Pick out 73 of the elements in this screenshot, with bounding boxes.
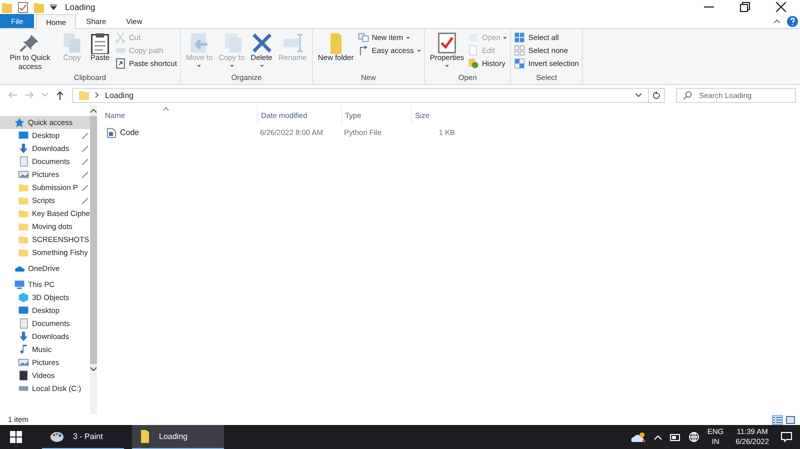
music-note-icon bbox=[18, 344, 29, 355]
taskbar-app[interactable]: Loading bbox=[132, 425, 224, 449]
history-icon bbox=[468, 58, 480, 69]
copy-icon bbox=[61, 32, 83, 54]
scissors-icon bbox=[115, 32, 126, 43]
document-icon bbox=[18, 318, 29, 329]
globe-icon[interactable] bbox=[689, 432, 700, 442]
delete-icon bbox=[250, 32, 272, 54]
easy-access-icon bbox=[358, 45, 369, 56]
close-icon[interactable] bbox=[776, 2, 786, 12]
path-segment[interactable]: Loading bbox=[105, 90, 134, 100]
taskbar-app[interactable]: 3 - Paint bbox=[42, 425, 124, 449]
arrow-icon bbox=[188, 32, 210, 54]
battery-icon[interactable] bbox=[670, 434, 682, 440]
pin-icon bbox=[82, 133, 88, 139]
pin-icon bbox=[82, 159, 88, 165]
monitor-icon bbox=[18, 305, 29, 316]
refresh-button[interactable] bbox=[648, 88, 665, 102]
chevron-down-icon[interactable] bbox=[635, 92, 642, 98]
scrollbar[interactable] bbox=[90, 105, 97, 414]
folder-icon bbox=[18, 195, 29, 206]
computer-icon bbox=[14, 279, 25, 290]
folder-icon bbox=[18, 234, 29, 245]
help-icon[interactable] bbox=[787, 16, 798, 26]
star-icon bbox=[14, 117, 25, 128]
folder-icon bbox=[18, 208, 29, 219]
chevron-down-icon[interactable] bbox=[90, 367, 97, 372]
sort-caret-icon bbox=[163, 107, 169, 111]
new-item-icon bbox=[358, 32, 369, 43]
large-icons-view-button[interactable] bbox=[785, 414, 796, 424]
document-icon bbox=[18, 156, 29, 167]
rename-icon bbox=[282, 32, 304, 54]
details-view-button[interactable] bbox=[772, 414, 783, 424]
palette-icon bbox=[50, 430, 64, 442]
pin-icon bbox=[82, 146, 88, 152]
down-arrow-icon bbox=[18, 143, 29, 154]
clipboard-icon bbox=[89, 32, 111, 54]
caret-icon[interactable] bbox=[50, 4, 57, 10]
windows-start-icon[interactable] bbox=[10, 431, 22, 443]
cube-icon bbox=[18, 292, 29, 303]
pin-icon bbox=[82, 198, 88, 204]
select-none-icon bbox=[514, 45, 526, 56]
folder-icon bbox=[2, 2, 12, 12]
picture-icon bbox=[18, 357, 29, 368]
shortcut-icon bbox=[115, 58, 126, 69]
pin-icon bbox=[82, 185, 88, 191]
folder-icon bbox=[140, 430, 150, 443]
down-arrow-icon bbox=[18, 331, 29, 342]
weather-cloud-icon[interactable] bbox=[630, 431, 646, 443]
properties-icon bbox=[436, 32, 458, 54]
chevron-up-icon[interactable] bbox=[90, 108, 97, 113]
picture-icon bbox=[18, 169, 29, 180]
up-arrow-icon[interactable] bbox=[56, 90, 64, 100]
folder-icon bbox=[79, 90, 89, 100]
refresh-icon bbox=[652, 90, 661, 100]
address-field[interactable]: Loading bbox=[72, 88, 649, 102]
restore-icon[interactable] bbox=[740, 2, 750, 12]
table-cell: Code bbox=[105, 125, 257, 140]
invert-selection-icon bbox=[514, 58, 526, 69]
chevron-right-icon bbox=[95, 92, 99, 98]
select-all-icon bbox=[514, 32, 526, 43]
python-file-icon bbox=[107, 128, 116, 138]
pin-icon bbox=[82, 172, 88, 178]
folder-icon bbox=[18, 247, 29, 258]
pin-icon bbox=[19, 32, 41, 54]
search-icon bbox=[683, 90, 692, 100]
window-title: Loading bbox=[65, 2, 96, 12]
edit-icon bbox=[468, 45, 480, 56]
folder-icon bbox=[18, 221, 29, 232]
notification-icon[interactable] bbox=[781, 432, 792, 442]
properties-icon[interactable] bbox=[18, 2, 28, 12]
monitor-icon bbox=[18, 130, 29, 141]
folder-icon bbox=[18, 182, 29, 193]
